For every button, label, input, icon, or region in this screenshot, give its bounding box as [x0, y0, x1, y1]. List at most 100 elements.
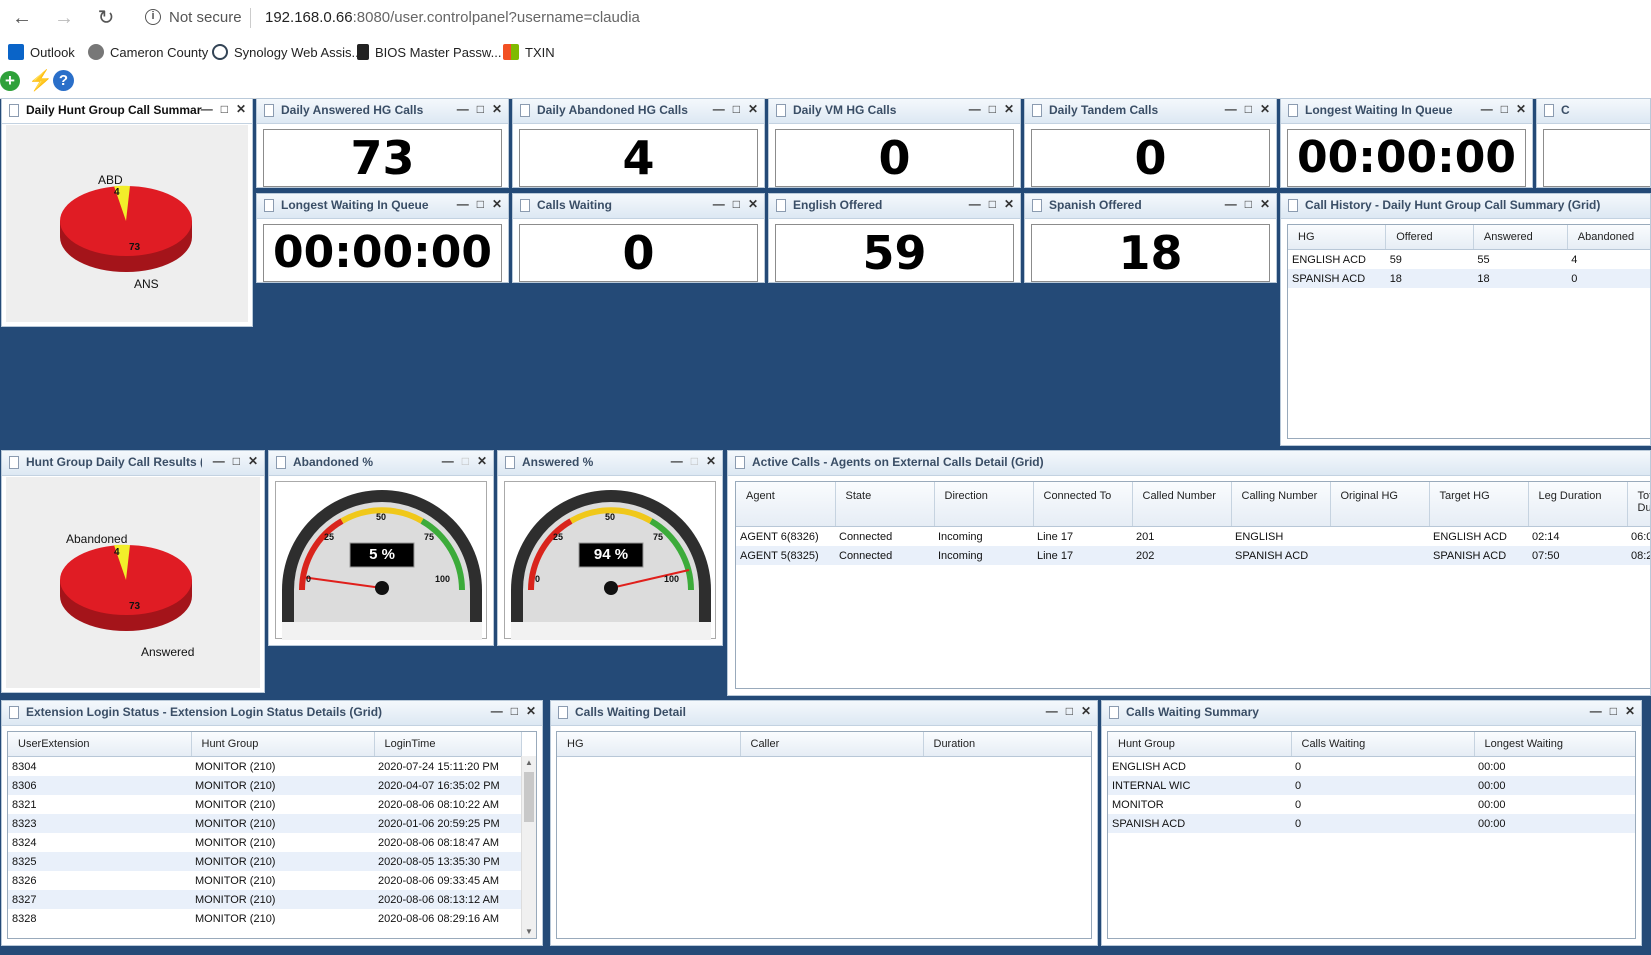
column-header[interactable]: Leg Duration	[1528, 482, 1628, 527]
panel-header[interactable]: Calls Waiting Detail — □ ✕	[551, 701, 1097, 726]
column-header[interactable]: Hunt Group	[1108, 732, 1292, 757]
maximize-icon[interactable]: □	[221, 102, 228, 116]
minimize-icon[interactable]: —	[213, 454, 225, 468]
panel-header[interactable]: Longest Waiting In Queue — □ ✕	[257, 194, 508, 219]
panel-header[interactable]: Extension Login Status - Extension Login…	[2, 701, 542, 726]
panel-header[interactable]: Hunt Group Daily Call Results (Pi — □ ✕	[2, 451, 264, 476]
minimize-icon[interactable]: —	[969, 102, 981, 116]
table-row[interactable]: 8321 MONITOR (210) 2020-08-06 08:10:22 AM	[8, 795, 521, 814]
minimize-icon[interactable]: —	[671, 454, 683, 468]
bookmark-outlook[interactable]: Outlook	[8, 42, 75, 62]
panel-header[interactable]: English Offered — □ ✕	[769, 194, 1020, 219]
close-icon[interactable]: ✕	[706, 454, 716, 468]
maximize-icon[interactable]: □	[989, 197, 996, 211]
column-header[interactable]: UserExtension	[8, 732, 192, 757]
panel-header[interactable]: Daily VM HG Calls — □ ✕	[769, 99, 1020, 124]
close-icon[interactable]: ✕	[1081, 704, 1091, 718]
table-row[interactable]: SPANISH ACD 0 00:00	[1108, 814, 1635, 833]
close-icon[interactable]: ✕	[1004, 197, 1014, 211]
table-row[interactable]: 8327 MONITOR (210) 2020-08-06 08:13:12 AM	[8, 890, 521, 909]
bookmark-txin[interactable]: TXIN	[503, 42, 555, 62]
bookmark-cameron-county[interactable]: Cameron County	[88, 42, 208, 62]
close-icon[interactable]: ✕	[477, 454, 487, 468]
lightning-icon[interactable]: ⚡	[28, 70, 53, 92]
scroll-thumb[interactable]	[524, 772, 534, 822]
panel-header[interactable]: Spanish Offered — □ ✕	[1025, 194, 1276, 219]
column-header[interactable]: Offered	[1385, 225, 1474, 250]
maximize-icon[interactable]: □	[477, 197, 484, 211]
scroll-up-icon[interactable]: ▲	[525, 758, 533, 767]
column-header[interactable]: Calling Number	[1231, 482, 1331, 527]
minimize-icon[interactable]: —	[1225, 102, 1237, 116]
minimize-icon[interactable]: —	[1481, 102, 1493, 116]
panel-header[interactable]: Daily Abandoned HG Calls — □ ✕	[513, 99, 764, 124]
panel-header[interactable]: Answered % — □ ✕	[498, 451, 722, 476]
close-icon[interactable]: ✕	[492, 102, 502, 116]
maximize-icon[interactable]: □	[233, 454, 240, 468]
column-header[interactable]: Original HG	[1330, 482, 1430, 527]
maximize-icon[interactable]: □	[1066, 704, 1073, 718]
column-header[interactable]: Calls Waiting	[1291, 732, 1475, 757]
table-row[interactable]: 8306 MONITOR (210) 2020-04-07 16:35:02 PM	[8, 776, 521, 795]
column-header[interactable]: Duration	[923, 732, 1091, 757]
panel-header[interactable]: Longest Waiting In Queue — □ ✕	[1281, 99, 1532, 124]
panel-header[interactable]: Active Calls - Agents on External Calls …	[728, 451, 1650, 476]
column-header[interactable]: State	[835, 482, 935, 527]
column-header[interactable]: HG	[557, 732, 741, 757]
minimize-icon[interactable]: —	[969, 197, 981, 211]
table-row[interactable]: 8324 MONITOR (210) 2020-08-06 08:18:47 AM	[8, 833, 521, 852]
minimize-icon[interactable]: —	[713, 197, 725, 211]
back-icon[interactable]: ←	[10, 6, 34, 30]
column-header[interactable]: Agent	[736, 482, 836, 527]
column-header[interactable]: Target HG	[1429, 482, 1529, 527]
table-row[interactable]: SPANISH ACD 18 18 0	[1288, 269, 1650, 288]
maximize-icon[interactable]: □	[477, 102, 484, 116]
close-icon[interactable]: ✕	[1004, 102, 1014, 116]
maximize-icon[interactable]: □	[462, 454, 469, 468]
reload-icon[interactable]: ↻	[94, 6, 118, 30]
panel-header[interactable]: Daily Tandem Calls — □ ✕	[1025, 99, 1276, 124]
close-icon[interactable]: ✕	[1260, 102, 1270, 116]
column-header[interactable]: Total Duration	[1627, 482, 1650, 527]
minimize-icon[interactable]: —	[457, 102, 469, 116]
column-header[interactable]: HG	[1288, 225, 1387, 250]
help-icon[interactable]: ?	[53, 70, 74, 91]
table-row[interactable]: 8326 MONITOR (210) 2020-08-06 09:33:45 AM	[8, 871, 521, 890]
close-icon[interactable]: ✕	[236, 102, 246, 116]
panel-header[interactable]: Daily Hunt Group Call Summary — □ ✕	[2, 99, 252, 124]
panel-header[interactable]: Calls Waiting Summary — □ ✕	[1102, 701, 1641, 726]
column-header[interactable]: Caller	[740, 732, 924, 757]
table-row[interactable]: ENGLISH ACD 0 00:00	[1108, 757, 1635, 777]
maximize-icon[interactable]: □	[1610, 704, 1617, 718]
close-icon[interactable]: ✕	[748, 102, 758, 116]
info-icon[interactable]: i	[145, 9, 161, 25]
panel-header[interactable]: Calls Waiting — □ ✕	[513, 194, 764, 219]
minimize-icon[interactable]: —	[1046, 704, 1058, 718]
maximize-icon[interactable]: □	[733, 197, 740, 211]
url-field[interactable]: 192.168.0.66:8080/user.controlpanel?user…	[265, 9, 640, 26]
column-header[interactable]: Connected To	[1033, 482, 1133, 527]
table-row[interactable]: AGENT 6(8326) Connected Incoming Line 17…	[736, 527, 1650, 547]
column-header[interactable]: Direction	[934, 482, 1034, 527]
table-row[interactable]: 8328 MONITOR (210) 2020-08-06 08:29:16 AM	[8, 909, 521, 928]
vertical-scrollbar[interactable]: ▲ ▼	[521, 756, 536, 938]
minimize-icon[interactable]: —	[713, 102, 725, 116]
close-icon[interactable]: ✕	[526, 704, 536, 718]
maximize-icon[interactable]: □	[1245, 102, 1252, 116]
forward-icon[interactable]: →	[52, 6, 76, 30]
column-header[interactable]: Abandoned	[1567, 225, 1650, 250]
add-icon[interactable]: +	[0, 71, 20, 91]
minimize-icon[interactable]: —	[201, 102, 213, 116]
minimize-icon[interactable]: —	[1225, 197, 1237, 211]
minimize-icon[interactable]: —	[457, 197, 469, 211]
close-icon[interactable]: ✕	[1260, 197, 1270, 211]
minimize-icon[interactable]: —	[1590, 704, 1602, 718]
table-row[interactable]: INTERNAL WIC 0 00:00	[1108, 776, 1635, 795]
table-row[interactable]: 8304 MONITOR (210) 2020-07-24 15:11:20 PM	[8, 757, 521, 777]
close-icon[interactable]: ✕	[1516, 102, 1526, 116]
close-icon[interactable]: ✕	[1625, 704, 1635, 718]
minimize-icon[interactable]: —	[442, 454, 454, 468]
panel-header[interactable]: Call History - Daily Hunt Group Call Sum…	[1281, 194, 1650, 219]
maximize-icon[interactable]: □	[511, 704, 518, 718]
column-header[interactable]: Longest Waiting	[1474, 732, 1635, 757]
